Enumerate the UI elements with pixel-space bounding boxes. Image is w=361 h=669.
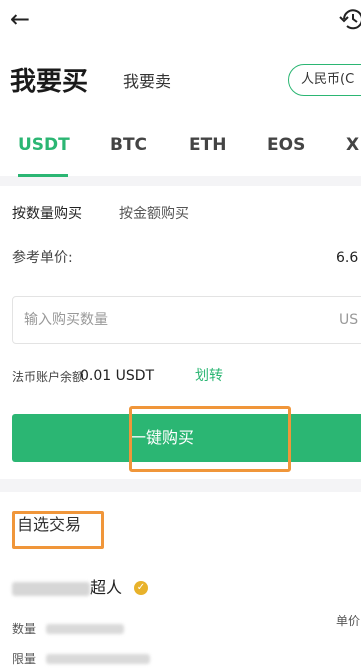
ref-price-label: 参考单价: <box>12 250 73 266</box>
quantity-placeholder: 输入购买数量 <box>24 312 108 328</box>
balance-label: 法币账户余额 <box>12 370 85 384</box>
highlight-box-self-select <box>12 511 104 549</box>
tab-sell[interactable]: 我要卖 <box>123 70 171 94</box>
tab-buy[interactable]: 我要买 <box>10 64 88 100</box>
quantity-unit: US <box>339 312 359 328</box>
transfer-link[interactable]: 划转 <box>195 366 223 386</box>
active-tab-indicator <box>18 174 68 177</box>
quantity-row-redacted <box>46 624 124 634</box>
merchant-name-suffix: 超人 <box>90 578 123 597</box>
limit-row-redacted <box>46 654 150 664</box>
quantity-row-label: 数量 <box>12 622 37 636</box>
unit-price-header: 单价 <box>336 614 361 628</box>
merchant-name[interactable]: 超人 <box>12 576 122 600</box>
limit-row-label: 限量 <box>12 652 37 666</box>
ref-price-value: 6.6 <box>336 250 359 266</box>
currency-selector[interactable]: 人民币(C <box>288 64 361 96</box>
mode-by-amount[interactable]: 按金额购买 <box>119 204 189 224</box>
highlight-box-buy <box>129 406 291 472</box>
coin-tab-usdt[interactable]: USDT <box>18 133 70 157</box>
back-arrow-icon[interactable]: ← <box>10 4 30 34</box>
mode-by-quantity[interactable]: 按数量购买 <box>12 204 82 224</box>
coin-tab-more[interactable]: X <box>346 133 359 157</box>
coin-tab-eth[interactable]: ETH <box>189 133 226 157</box>
verified-badge-icon: ✓ <box>134 581 148 595</box>
coin-tab-eos[interactable]: EOS <box>267 133 305 157</box>
coin-tab-btc[interactable]: BTC <box>110 133 147 157</box>
balance-value: 0.01 USDT <box>80 368 155 384</box>
history-clock-icon[interactable] <box>338 6 361 32</box>
merchant-name-redacted <box>12 581 90 596</box>
